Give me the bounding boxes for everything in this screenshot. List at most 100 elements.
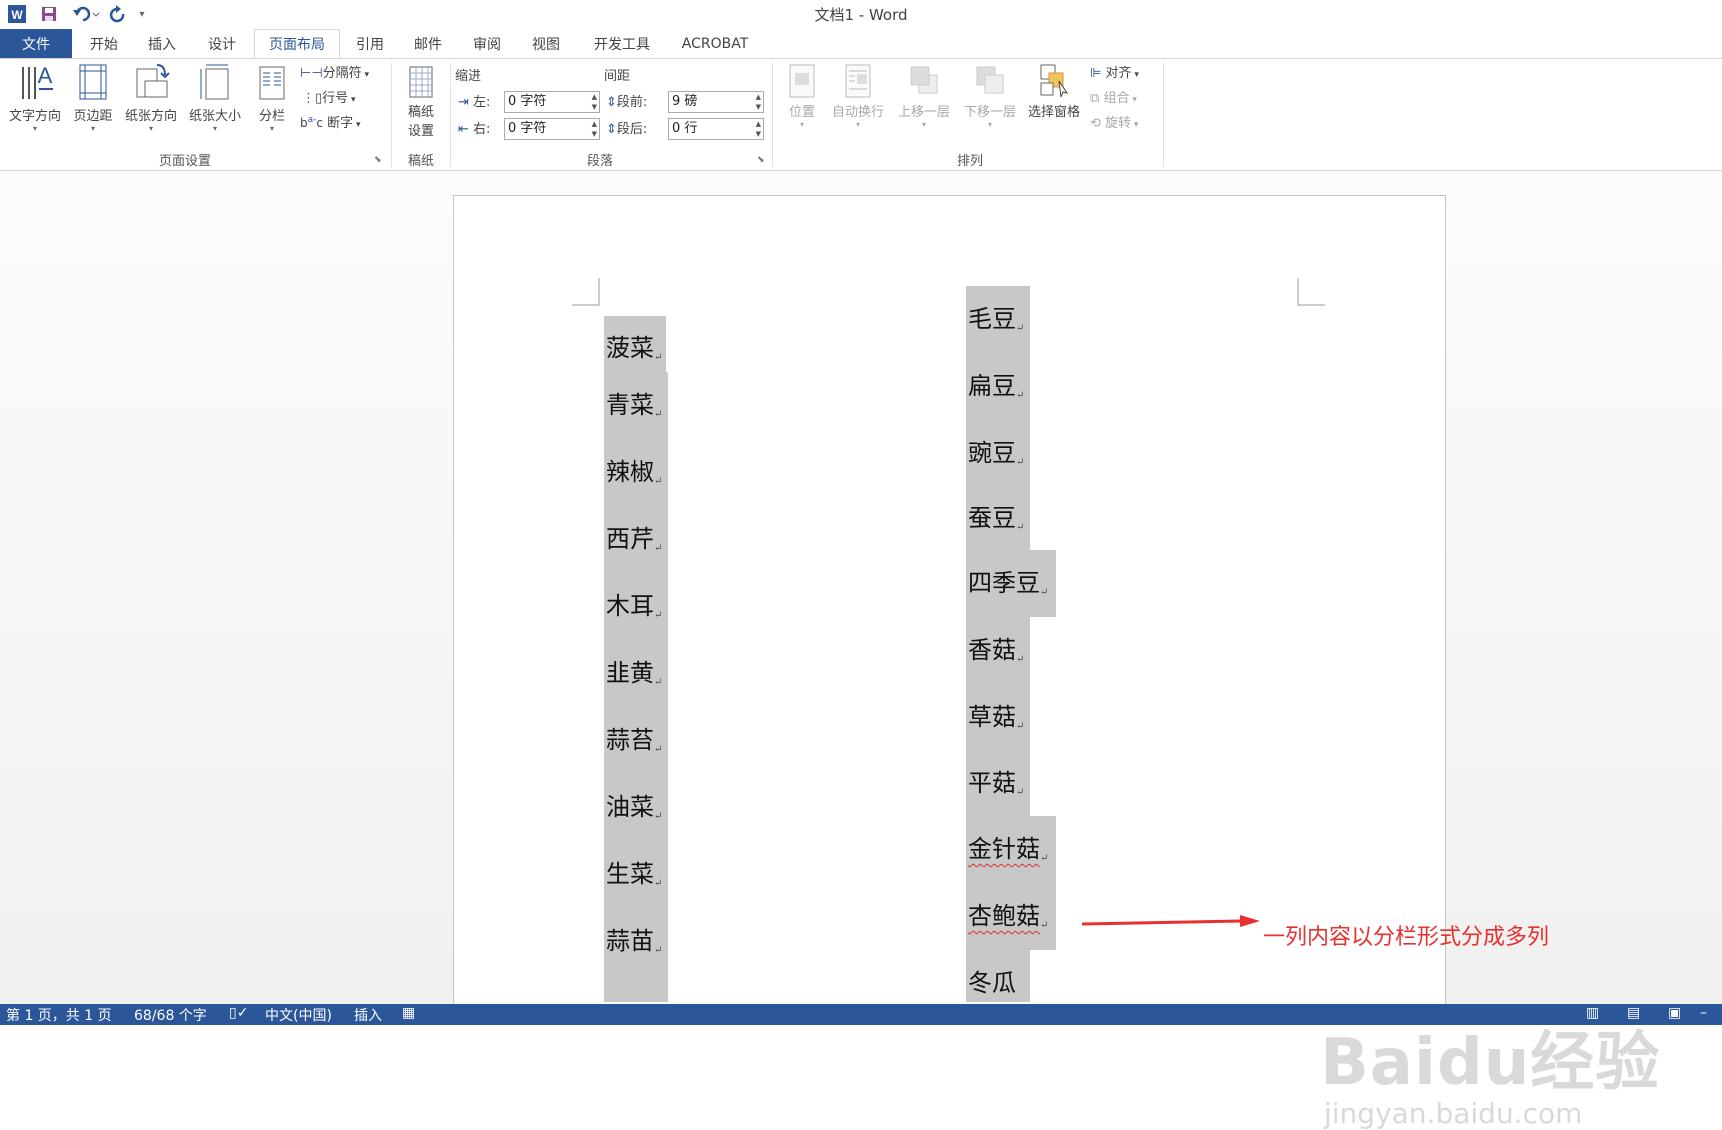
list-item[interactable]: 西芹↵ (604, 506, 668, 573)
tab-mailings[interactable]: 邮件 (404, 29, 452, 58)
columns-label: 分栏 (258, 109, 285, 124)
paragraph-group-label: 段落 (586, 154, 613, 169)
page-setup-group-label: 页面设置 (158, 154, 211, 169)
bring-forward-button[interactable]: 上移一层 ▾ (892, 61, 956, 130)
group-button[interactable]: ⧉ 组合 ▾ (1090, 87, 1137, 106)
ribbon-tabs: 文件 开始 插入 设计 页面布局 引用 邮件 审阅 视图 开发工具 ACROBA… (0, 29, 1722, 58)
orientation-icon (136, 64, 170, 98)
indent-left-input[interactable]: 0 字符 ▲ ▼ (504, 91, 600, 113)
tab-page-layout[interactable]: 页面布局 (254, 29, 340, 58)
zoom-out-icon[interactable]: – (1700, 1005, 1707, 1021)
list-item[interactable]: 油菜↵ (604, 774, 668, 841)
spinner-arrows-icon[interactable]: ▲ ▼ (592, 92, 597, 112)
spacing-after-value: 0 行 (672, 121, 698, 136)
list-item[interactable]: 青菜↵ (604, 372, 668, 439)
list-item[interactable]: 辣椒↵ (604, 439, 668, 506)
tab-review[interactable]: 审阅 (463, 29, 511, 58)
indent-right-input[interactable]: 0 字符 ▲ ▼ (504, 118, 600, 140)
spacing-after-input[interactable]: 0 行 ▲ ▼ (668, 118, 764, 140)
list-item[interactable]: 扁豆↵ (966, 353, 1030, 420)
proofing-icon[interactable]: ▯✓ (229, 1005, 248, 1021)
tab-view[interactable]: 视图 (522, 29, 570, 58)
draft-paper-icon (409, 66, 433, 98)
text-direction-icon: A (22, 63, 53, 99)
indent-heading: 缩进 (455, 69, 482, 84)
list-item[interactable]: 韭黄↵ (604, 640, 668, 707)
list-item[interactable]: 毛豆↵ (966, 286, 1030, 353)
wrap-text-button[interactable]: 自动换行 ▾ (826, 61, 890, 130)
paper-size-button[interactable]: 纸张大小 ▾ (184, 61, 246, 134)
list-item[interactable]: 平菇↵ (966, 751, 1030, 816)
indent-right-text: 右: (473, 122, 491, 137)
macro-record-icon[interactable]: ▦ (402, 1005, 415, 1021)
orientation-button[interactable]: 纸张方向 ▾ (120, 61, 182, 134)
wrap-text-icon (845, 64, 871, 98)
group-label: 组合 (1103, 91, 1130, 106)
position-button[interactable]: 位置 ▾ (780, 61, 824, 130)
list-item[interactable]: 菠菜↵ (604, 316, 666, 372)
tab-references[interactable]: 引用 (346, 29, 394, 58)
language-indicator[interactable]: 中文(中国) (265, 1005, 332, 1025)
spinner-arrows-icon[interactable]: ▲ ▼ (592, 119, 597, 139)
web-layout-icon[interactable]: ▣ (1668, 1005, 1681, 1021)
align-button[interactable]: ⊫ 对齐 ▾ (1090, 62, 1139, 81)
page-count[interactable]: 第 1 页，共 1 页 (6, 1005, 112, 1025)
send-backward-button[interactable]: 下移一层 ▾ (958, 61, 1022, 130)
title-bar: W ▾ 文档1 - Word (0, 0, 1722, 29)
text-direction-button[interactable]: A 文字方向 ▾ (4, 61, 66, 134)
document-page[interactable]: 菠菜↵ 青菜↵ 辣椒↵ 西芹↵ 木耳↵ 韭黄↵ 蒜苔↵ 油菜↵ 生菜↵ 蒜苗↵ … (453, 195, 1446, 1025)
insert-mode[interactable]: 插入 (354, 1005, 382, 1025)
margins-button[interactable]: 页边距 ▾ (68, 61, 118, 134)
ribbon: A 文字方向 ▾ 页边距 ▾ 纸张方向 ▾ 纸张大小 ▾ 分栏 ▾ ⊢⊣分隔符 … (0, 58, 1722, 171)
list-item[interactable]: 草菇↵ (966, 684, 1030, 751)
document-area[interactable]: 菠菜↵ 青菜↵ 辣椒↵ 西芹↵ 木耳↵ 韭黄↵ 蒜苔↵ 油菜↵ 生菜↵ 蒜苗↵ … (0, 171, 1722, 1130)
spinner-arrows-icon[interactable]: ▲ ▼ (756, 119, 761, 139)
breaks-button[interactable]: ⊢⊣分隔符 ▾ (300, 62, 369, 81)
list-item[interactable]: 生菜↵ (604, 841, 668, 908)
list-item[interactable]: 香菇↵ (966, 617, 1030, 684)
read-mode-icon[interactable]: ▥ (1586, 1005, 1599, 1021)
tab-file[interactable]: 文件 (0, 29, 72, 58)
group-icon: ⧉ (1090, 91, 1100, 106)
tab-design[interactable]: 设计 (198, 29, 246, 58)
tab-insert[interactable]: 插入 (138, 29, 186, 58)
tab-home[interactable]: 开始 (80, 29, 128, 58)
list-item[interactable]: 豌豆↵ (966, 420, 1030, 487)
page-setup-launcher-icon[interactable]: ⬊ (374, 155, 382, 165)
margin-corner-marker (1297, 278, 1325, 306)
send-backward-icon (976, 66, 1004, 94)
breaks-icon: ⊢⊣ (300, 66, 323, 81)
orientation-label: 纸张方向 (124, 109, 177, 124)
paragraph-launcher-icon[interactable]: ⬊ (757, 155, 765, 165)
svg-text:A: A (38, 63, 53, 88)
spacing-heading: 间距 (604, 69, 631, 84)
line-numbers-icon: ⋮ (302, 91, 315, 106)
list-item[interactable]: 蒜苗↵ (604, 908, 668, 1002)
columns-button[interactable]: 分栏 ▾ (252, 61, 292, 134)
line-numbers-button[interactable]: ⋮▯行号 ▾ (302, 87, 356, 106)
list-item[interactable]: 木耳↵ (604, 573, 668, 640)
list-item[interactable]: 金针菇↵ (966, 816, 1056, 883)
hyphenation-button[interactable]: ba-c 断字 ▾ (300, 112, 361, 131)
list-item[interactable]: 蚕豆↵ (966, 487, 1030, 550)
arrange-group-label: 排列 (956, 154, 983, 169)
word-count[interactable]: 68/68 个字 (134, 1005, 207, 1025)
draft-settings-button[interactable]: 稿纸 设置 (398, 61, 444, 139)
indent-right-label: ⇤ 右: (458, 118, 490, 137)
list-item[interactable]: 杏鲍菇↵ (966, 883, 1056, 950)
spinner-arrows-icon[interactable]: ▲ ▼ (756, 92, 761, 112)
status-bar: 第 1 页，共 1 页 68/68 个字 ▯✓ 中文(中国) 插入 ▦ ▥ ▤ … (0, 1004, 1722, 1025)
draft-settings-label-line2: 设置 (407, 124, 434, 139)
list-item[interactable]: 四季豆↵ (966, 550, 1056, 617)
margins-label: 页边距 (73, 109, 113, 124)
spacing-before-input[interactable]: 9 磅 ▲ ▼ (668, 91, 764, 113)
list-item[interactable]: 冬瓜 (966, 950, 1030, 1002)
print-layout-icon[interactable]: ▤ (1627, 1005, 1640, 1021)
tab-developer[interactable]: 开发工具 (584, 29, 660, 58)
tab-acrobat[interactable]: ACROBAT (672, 29, 758, 58)
indent-right-value: 0 字符 (508, 121, 547, 136)
selection-pane-button[interactable]: 选择窗格 (1022, 61, 1086, 120)
rotate-button[interactable]: ⟲ 旋转 ▾ (1090, 112, 1138, 131)
list-item[interactable]: 蒜苔↵ (604, 707, 668, 774)
position-icon (789, 64, 815, 98)
